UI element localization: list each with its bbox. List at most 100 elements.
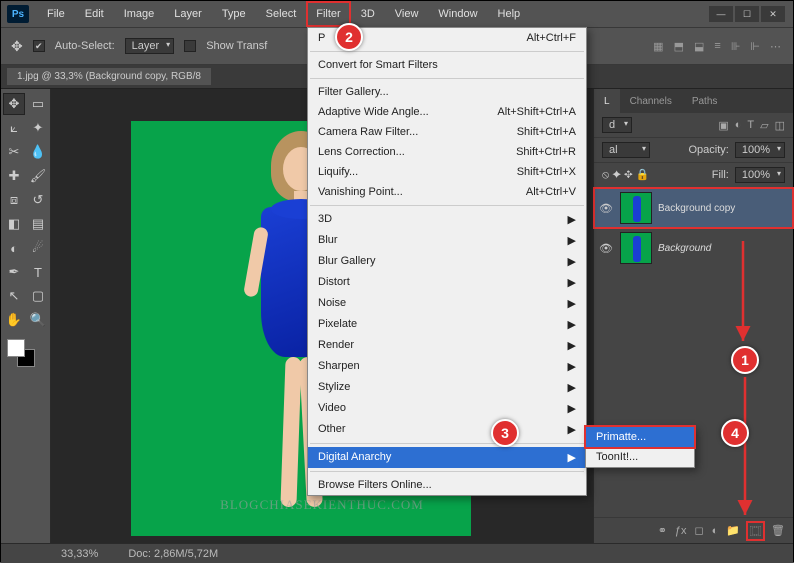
filter-stylize[interactable]: Stylize▶ — [308, 377, 586, 398]
filter-render[interactable]: Render▶ — [308, 335, 586, 356]
dodge-tool[interactable]: ☄ — [27, 237, 49, 259]
filter-vanish[interactable]: Vanishing Point...Alt+Ctrl+V — [308, 182, 586, 202]
distribute-icon[interactable]: ⊩ — [750, 40, 760, 53]
align-icon[interactable]: ⬒ — [674, 40, 684, 53]
menu-file[interactable]: File — [37, 1, 75, 27]
type-tool[interactable]: T — [27, 261, 49, 283]
brush-tool[interactable]: 🖌 — [27, 165, 49, 187]
foreground-color[interactable] — [7, 339, 25, 357]
show-transform-checkbox[interactable] — [184, 40, 196, 52]
filter-sharpen[interactable]: Sharpen▶ — [308, 356, 586, 377]
align-icon[interactable]: ≡ — [714, 40, 720, 53]
filter-shape-icon[interactable]: ▱ — [760, 119, 768, 132]
shape-tool[interactable]: ▢ — [27, 285, 49, 307]
eyedropper-tool[interactable]: 💧 — [27, 141, 49, 163]
mask-icon[interactable]: ◻ — [695, 524, 704, 537]
filter-other[interactable]: Other▶ — [308, 419, 586, 440]
layer-row-background-copy[interactable]: 👁 Background copy — [594, 188, 793, 228]
filter-adaptive[interactable]: Adaptive Wide Angle...Alt+Shift+Ctrl+A — [308, 102, 586, 122]
watermark: BLOGCHIASEKIENTHUC.COM — [220, 497, 424, 513]
filter-smart-icon[interactable]: ◫ — [775, 119, 785, 132]
filter-convert-smart[interactable]: Convert for Smart Filters — [308, 55, 586, 75]
filter-image-icon[interactable]: ▣ — [718, 119, 728, 132]
zoom-level: 33,33% — [61, 548, 98, 560]
filter-digital-anarchy[interactable]: Digital Anarchy▶ — [308, 447, 586, 468]
tab-layers[interactable]: L — [594, 89, 620, 113]
status-bar: 33,33% Doc: 2,86M/5,72M — [1, 543, 793, 563]
link-icon[interactable]: ⚭ — [658, 524, 667, 537]
adjustment-icon[interactable]: ◐ — [712, 525, 719, 537]
minimize-button[interactable]: — — [709, 6, 733, 22]
layer-row-background[interactable]: 👁 Background — [594, 228, 793, 268]
filter-distort[interactable]: Distort▶ — [308, 272, 586, 293]
lasso-tool[interactable]: ⟀ — [3, 117, 25, 139]
filter-liquify[interactable]: Liquify...Shift+Ctrl+X — [308, 162, 586, 182]
move-tool[interactable]: ✥ — [3, 93, 25, 115]
menu-type[interactable]: Type — [212, 1, 256, 27]
menu-window[interactable]: Window — [428, 1, 487, 27]
close-button[interactable]: ✕ — [761, 6, 785, 22]
menu-layer[interactable]: Layer — [164, 1, 212, 27]
submenu-toonit[interactable]: ToonIt!... — [586, 447, 694, 467]
filter-adjust-icon[interactable]: ◐ — [735, 119, 742, 132]
filter-3d[interactable]: 3D▶ — [308, 209, 586, 230]
filter-browse-online[interactable]: Browse Filters Online... — [308, 475, 586, 495]
filter-gallery[interactable]: Filter Gallery... — [308, 82, 586, 102]
layer-name: Background — [658, 243, 711, 254]
menu-image[interactable]: Image — [114, 1, 165, 27]
eraser-tool[interactable]: ◧ — [3, 213, 25, 235]
maximize-button[interactable]: ☐ — [735, 6, 759, 22]
menu-view[interactable]: View — [385, 1, 429, 27]
distribute-icon[interactable]: ⊪ — [731, 40, 741, 53]
right-panels: L Channels Paths d ▣◐T▱◫ al Opacity: 100… — [593, 89, 793, 543]
tab-paths[interactable]: Paths — [682, 89, 728, 113]
align-icon[interactable]: ▦ — [653, 40, 663, 53]
more-icon[interactable]: ⋯ — [770, 40, 781, 53]
kind-select[interactable]: d — [602, 117, 632, 133]
history-brush-tool[interactable]: ↺ — [27, 189, 49, 211]
document-tab[interactable]: 1.jpg @ 33,3% (Background copy, RGB/8 — [7, 68, 211, 85]
visibility-icon[interactable]: 👁 — [598, 202, 614, 215]
filter-lens[interactable]: Lens Correction...Shift+Ctrl+R — [308, 142, 586, 162]
visibility-icon[interactable]: 👁 — [598, 242, 614, 255]
filter-noise[interactable]: Noise▶ — [308, 293, 586, 314]
filter-type-icon[interactable]: T — [747, 119, 754, 132]
path-tool[interactable]: ↖ — [3, 285, 25, 307]
wand-tool[interactable]: ✦ — [27, 117, 49, 139]
color-swatches[interactable] — [3, 339, 49, 369]
submenu-primatte[interactable]: Primatte... — [586, 427, 694, 447]
hand-tool[interactable]: ✋ — [3, 309, 25, 331]
filter-raw[interactable]: Camera Raw Filter...Shift+Ctrl+A — [308, 122, 586, 142]
filter-pixelate[interactable]: Pixelate▶ — [308, 314, 586, 335]
menu-3d[interactable]: 3D — [351, 1, 385, 27]
fill-input[interactable]: 100% — [735, 167, 785, 183]
new-layer-button[interactable]: ⿴ — [748, 523, 763, 539]
filter-blur-gallery[interactable]: Blur Gallery▶ — [308, 251, 586, 272]
group-icon[interactable]: 📁 — [726, 524, 740, 537]
menu-edit[interactable]: Edit — [75, 1, 114, 27]
layer-select[interactable]: Layer — [125, 38, 175, 54]
blur-tool[interactable]: ◐ — [3, 237, 25, 259]
menu-select[interactable]: Select — [256, 1, 307, 27]
layer-thumb — [620, 192, 652, 224]
fx-icon[interactable]: ƒx — [675, 525, 687, 537]
heal-tool[interactable]: ✚ — [3, 165, 25, 187]
crop-tool[interactable]: ✂ — [3, 141, 25, 163]
trash-icon[interactable]: 🗑 — [771, 524, 785, 537]
pen-tool[interactable]: ✒ — [3, 261, 25, 283]
menu-help[interactable]: Help — [488, 1, 531, 27]
stamp-tool[interactable]: ⧈ — [3, 189, 25, 211]
filter-blur[interactable]: Blur▶ — [308, 230, 586, 251]
align-icon[interactable]: ⬓ — [694, 40, 704, 53]
callout-1: 1 — [731, 346, 759, 374]
tab-channels[interactable]: Channels — [620, 89, 682, 113]
marquee-tool[interactable]: ▭ — [27, 93, 49, 115]
gradient-tool[interactable]: ▤ — [27, 213, 49, 235]
filter-video[interactable]: Video▶ — [308, 398, 586, 419]
layer-thumb — [620, 232, 652, 264]
opacity-input[interactable]: 100% — [735, 142, 785, 158]
zoom-tool[interactable]: 🔍 — [27, 309, 49, 331]
auto-select-checkbox[interactable]: ✔ — [33, 40, 45, 52]
menu-bar: Ps File Edit Image Layer Type Select Fil… — [1, 1, 793, 27]
blend-mode-select[interactable]: al — [602, 142, 650, 158]
